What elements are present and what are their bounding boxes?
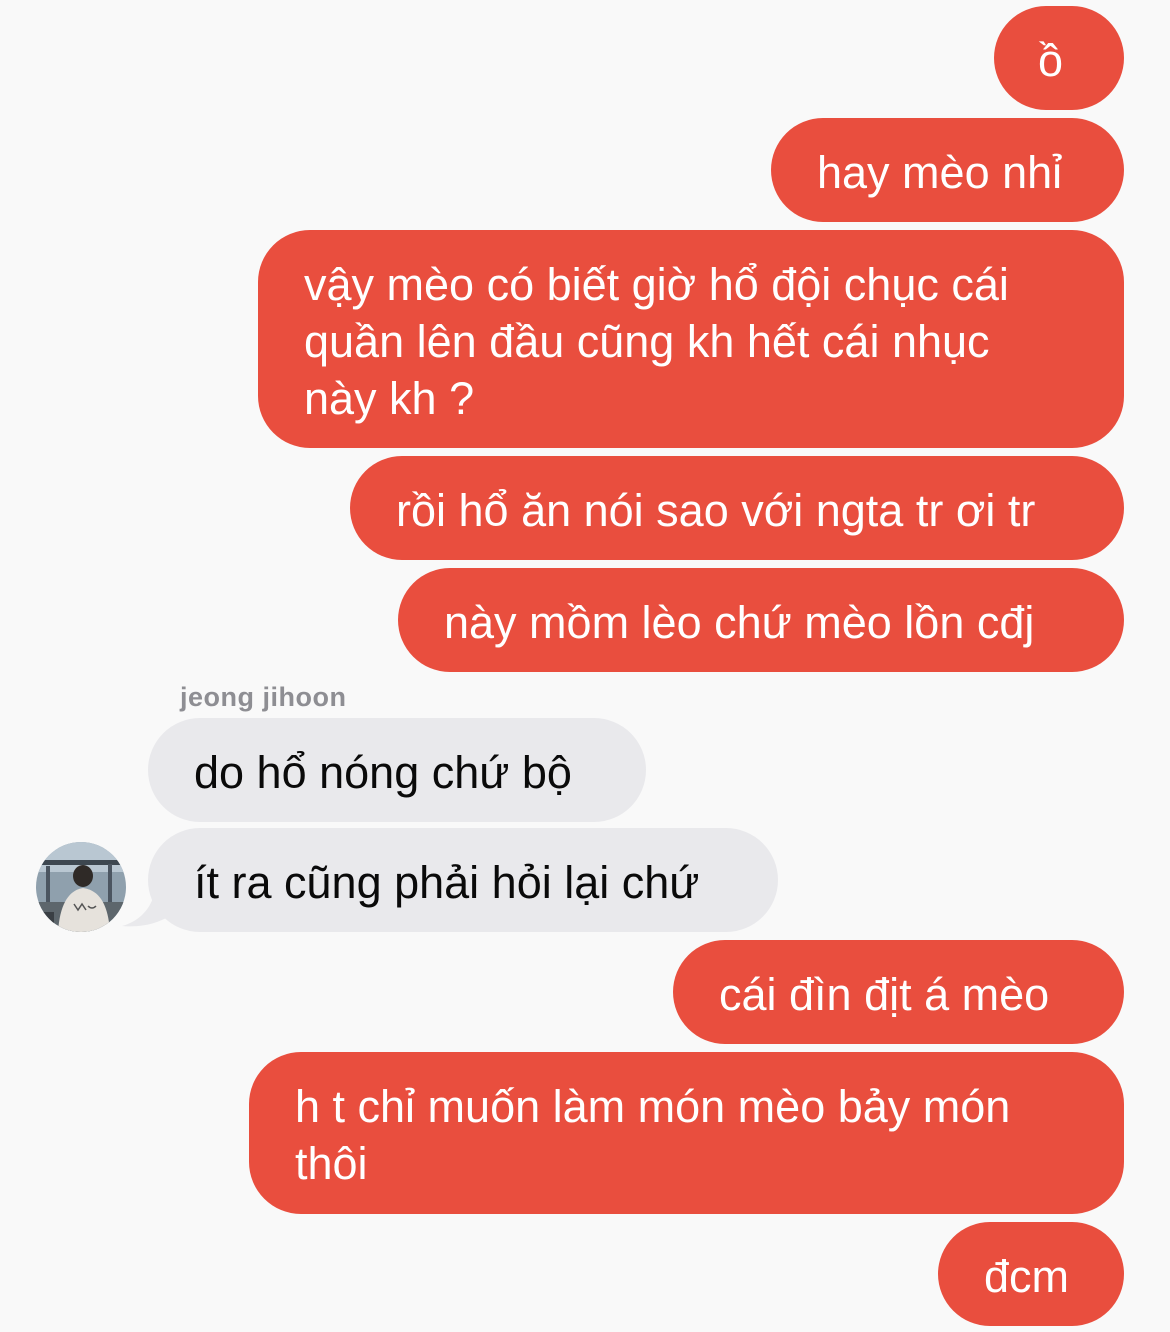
message-bubble-sent[interactable]: đcm <box>938 1222 1124 1326</box>
avatar-photo <box>36 842 126 932</box>
message-bubble-sent[interactable]: rồi hổ ăn nói sao với ngta tr ơi tr <box>350 456 1124 560</box>
message-bubble-sent[interactable]: vậy mèo có biết giờ hổ đội chục cái quần… <box>258 230 1124 448</box>
message-bubble-received[interactable]: do hổ nóng chứ bộ <box>148 718 646 822</box>
message-bubble-sent[interactable]: h t chỉ muốn làm món mèo bảy món thôi <box>249 1052 1124 1214</box>
message-bubble-sent[interactable]: này mồm lèo chứ mèo lồn cđj <box>398 568 1124 672</box>
message-bubble-sent[interactable]: cái đìn địt á mèo <box>673 940 1124 1044</box>
message-bubble-received[interactable]: ít ra cũng phải hỏi lại chứ <box>148 828 778 932</box>
message-bubble-sent[interactable]: ồ <box>994 6 1124 110</box>
message-bubble-sent[interactable]: hay mèo nhỉ <box>771 118 1124 222</box>
sender-name-label: jeong jihoon <box>180 682 347 712</box>
contact-avatar[interactable] <box>36 842 126 932</box>
